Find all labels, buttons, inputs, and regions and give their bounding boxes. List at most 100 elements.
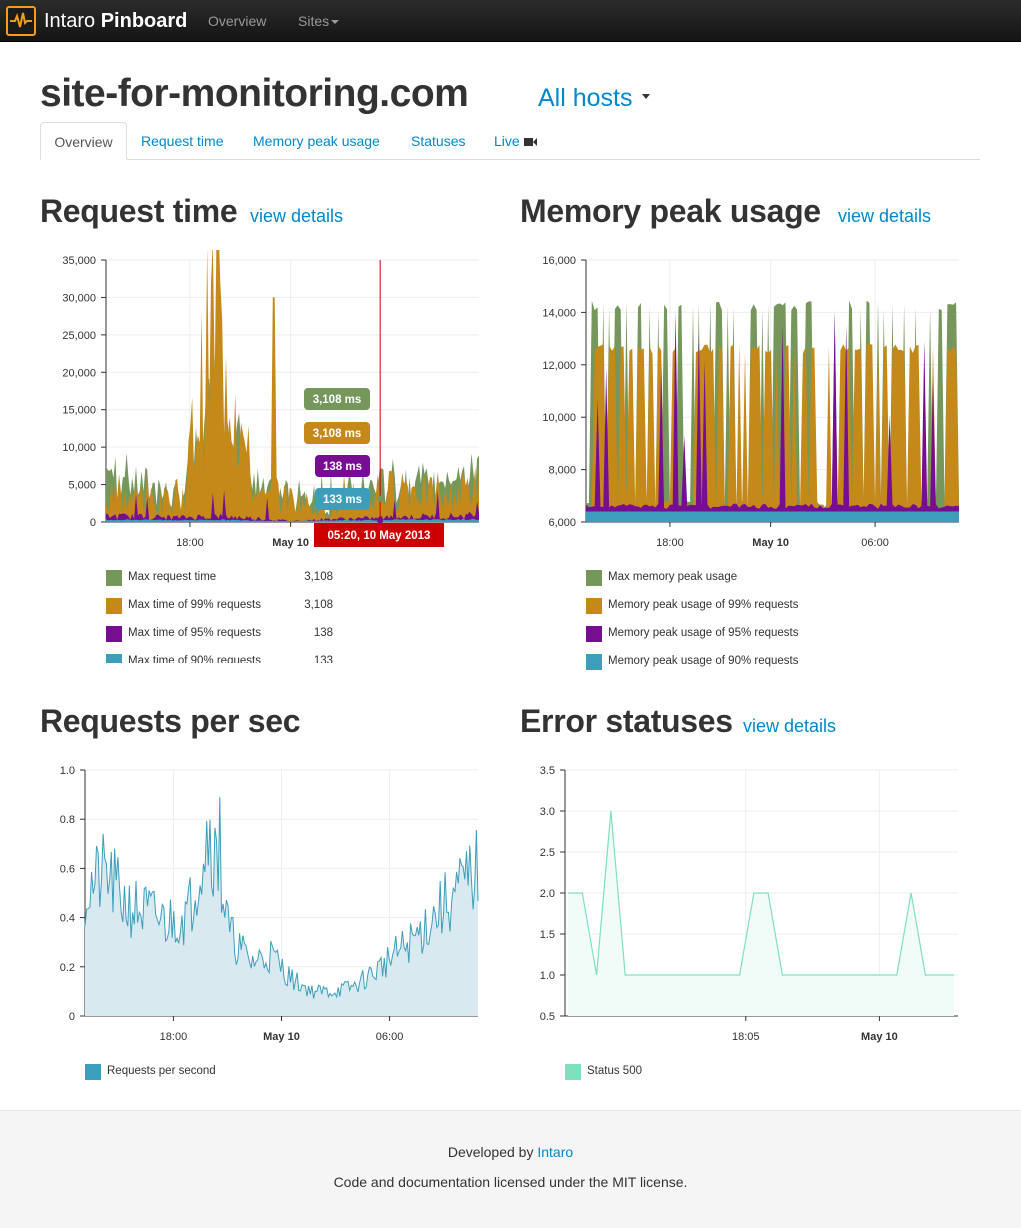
y-tick-label: 12,000	[542, 360, 576, 372]
y-tick-label: 0.5	[540, 1011, 555, 1023]
tooltip-label: 138 ms	[323, 461, 362, 473]
y-tick-label: 25,000	[62, 330, 96, 342]
memory-title: Memory peak usage	[520, 193, 821, 229]
legend-value: 138	[313, 627, 333, 639]
tab-live-label: Live	[494, 133, 520, 149]
rps-chart[interactable]: 0 0.2 0.4 0.6 0.8 1.0 18:00 May 10 06:00	[40, 760, 490, 1050]
hosts-label: All hosts	[538, 84, 633, 112]
y-tick-label: 14,000	[542, 307, 576, 319]
request-time-legend: Max request time 3,108 Max time of 99% req…	[106, 570, 346, 663]
legend-label: Requests per second	[107, 1065, 216, 1077]
legend-swatch	[586, 598, 602, 614]
errors-title: Error statuses	[520, 703, 733, 739]
y-tick-label: 6,000	[548, 517, 576, 529]
legend-label: Memory peak usage of 99% requests	[608, 599, 799, 611]
x-tick-label: 18:00	[176, 537, 204, 549]
legend-label: Memory peak usage of 90% requests	[608, 655, 799, 667]
x-tick-label: 18:05	[732, 1031, 760, 1043]
series-area-3	[586, 511, 959, 522]
tooltip-label: 3,108 ms	[313, 428, 362, 440]
y-tick-label: 0	[90, 517, 96, 529]
y-tick-label: 16,000	[542, 255, 576, 267]
y-tick-label: 5,000	[68, 480, 96, 492]
nav-sites[interactable]: Sites	[298, 13, 340, 29]
x-tick-label: May 10	[263, 1031, 300, 1043]
y-tick-label: 0.2	[60, 962, 75, 974]
x-tick-label: 18:00	[160, 1031, 188, 1043]
series-area-1	[586, 343, 959, 522]
y-tick-label: 3.5	[540, 765, 555, 777]
legend-swatch	[565, 1064, 581, 1080]
intaro-link[interactable]: Intaro	[537, 1144, 573, 1160]
legend-swatch	[106, 654, 122, 663]
nav-sites-label: Sites	[298, 13, 330, 29]
legend-label: Max request time	[128, 571, 217, 583]
request-time-title: Request time	[40, 193, 238, 229]
x-tick-label: May 10	[752, 537, 789, 549]
y-tick-label: 0.6	[60, 863, 75, 875]
caret-down-icon	[642, 93, 651, 99]
legend-swatch	[85, 1064, 101, 1080]
y-tick-label: 1.0	[60, 765, 75, 777]
y-tick-label: 20,000	[62, 367, 96, 379]
legend-swatch	[106, 626, 122, 642]
legend-label: Max time of 99% requests	[128, 599, 261, 611]
caret-down-icon	[331, 20, 340, 25]
hosts-dropdown[interactable]: All hosts	[538, 84, 651, 113]
y-tick-label: 2.5	[540, 847, 555, 859]
y-tick-label: 10,000	[542, 412, 576, 424]
nav-overview[interactable]: Overview	[208, 13, 266, 29]
y-tick-label: 10,000	[62, 442, 96, 454]
tab-request-time[interactable]: Request time	[141, 122, 223, 160]
footer-license: Code and documentation licensed under th…	[333, 1174, 688, 1190]
brand-bold: Pinboard	[100, 10, 188, 32]
y-tick-label: 2.0	[540, 888, 555, 900]
errors-legend: Status 500	[565, 1064, 765, 1084]
pulse-icon-graphic	[10, 12, 32, 28]
legend-swatch	[586, 626, 602, 642]
y-tick-label: 3.0	[540, 806, 555, 818]
navbar: Intaro Pinboard Overview Sites	[0, 0, 1021, 42]
tab-overview[interactable]: Overview	[40, 122, 127, 160]
y-tick-label: 0.4	[60, 913, 75, 925]
errors-view-details[interactable]: view details	[743, 716, 836, 737]
brand-light: Intaro	[44, 10, 101, 32]
time-tooltip-label: 05:20, 10 May 2013	[328, 530, 431, 542]
tooltip-label: 133 ms	[323, 494, 362, 506]
tab-live[interactable]: Live	[494, 122, 537, 160]
camera-icon	[523, 138, 537, 147]
brand[interactable]: Intaro Pinboard	[44, 10, 187, 33]
errors-chart[interactable]: 0.5 1.0 1.5 2.0 2.5 3.0 3.5 18:05 May 10	[520, 760, 970, 1050]
footer-developed: Developed by Intaro	[0, 1144, 1021, 1160]
x-tick-label: May 10	[272, 537, 309, 549]
x-tick-label: 06:00	[861, 537, 889, 549]
legend-label: Status 500	[587, 1065, 642, 1077]
hover-point	[377, 495, 384, 502]
memory-chart[interactable]: 6,000 8,000 10,000 12,000 14,000 16,000 18:00 M…	[520, 250, 970, 550]
legend-label: Max time of 90% requests	[128, 655, 261, 663]
legend-swatch	[106, 570, 122, 586]
tab-statuses[interactable]: Statuses	[411, 122, 465, 160]
legend-swatch	[106, 598, 122, 614]
tooltip-label: 3,108 ms	[313, 394, 362, 406]
y-tick-label: 35,000	[62, 255, 96, 267]
request-time-view-details[interactable]: view details	[250, 206, 343, 227]
rps-legend: Requests per second	[85, 1064, 285, 1084]
legend-swatch	[586, 654, 602, 670]
footer-developed-prefix: Developed by	[447, 1144, 538, 1160]
y-tick-label: 1.5	[540, 929, 555, 941]
legend-value: 3,108	[304, 571, 333, 583]
y-tick-label: 30,000	[62, 292, 96, 304]
tab-memory-peak-usage[interactable]: Memory peak usage	[253, 122, 380, 160]
request-time-chart[interactable]: 0 5,000 10,000 15,000 20,000 25,000 30,000 35,0…	[40, 250, 490, 550]
y-tick-label: 15,000	[62, 405, 96, 417]
y-tick-label: 0	[69, 1011, 75, 1023]
legend-value: 133	[313, 655, 333, 663]
x-tick-label: 06:00	[376, 1031, 404, 1043]
memory-view-details[interactable]: view details	[838, 206, 931, 227]
rps-title: Requests per sec	[40, 703, 301, 739]
footer: Developed by Intaro Code and documentati…	[0, 1110, 1021, 1228]
y-tick-label: 1.0	[540, 970, 555, 982]
pulse-icon[interactable]	[6, 6, 36, 36]
legend-value: 3,108	[304, 599, 333, 611]
